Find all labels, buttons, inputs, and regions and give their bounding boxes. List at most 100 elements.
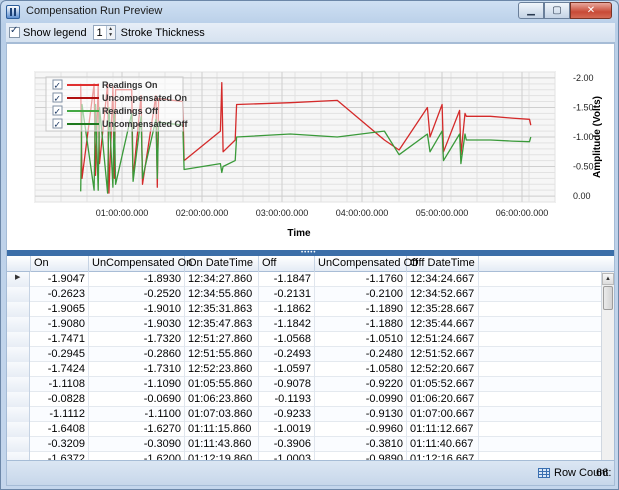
row-header[interactable] [7,392,30,407]
table-cell[interactable]: -1.1890 [315,302,407,317]
table-cell[interactable]: -0.3090 [89,437,185,452]
row-header[interactable] [7,422,30,437]
table-cell[interactable]: -0.0690 [89,392,185,407]
row-header[interactable] [7,347,30,362]
table-cell[interactable]: 01:11:40.667 [407,437,479,452]
table-cell[interactable]: -0.9890 [315,452,407,460]
vertical-scrollbar[interactable]: ▲ [601,272,614,460]
table-cell[interactable]: -1.9030 [89,317,185,332]
table-cell[interactable]: -1.1862 [259,302,315,317]
column-header-off[interactable]: Off [259,256,315,272]
table-cell[interactable]: -0.0828 [31,392,89,407]
table-cell[interactable]: -0.2520 [89,287,185,302]
table-cell[interactable]: 01:12:16.667 [407,452,479,460]
table-cell[interactable]: 12:35:44.667 [407,317,479,332]
table-cell[interactable]: -1.0580 [315,362,407,377]
table-cell[interactable]: -1.7320 [89,332,185,347]
column-header-uncompensated-off[interactable]: UnCompensated Off [315,256,418,272]
table-row[interactable]: -0.3209 -0.3090 01:11:43.860 -0.3906 -0.3810… [7,437,601,452]
close-button[interactable]: ✕ [570,2,612,19]
table-cell[interactable]: 12:35:28.667 [407,302,479,317]
table-cell[interactable]: 01:11:43.860 [185,437,259,452]
table-row[interactable]: ▶ -1.9047 -1.8930 12:34:27.860 -1.1847 -1.176… [7,272,601,287]
table-cell[interactable]: 12:52:20.667 [407,362,479,377]
table-cell[interactable]: -0.1193 [259,392,315,407]
table-cell[interactable]: -0.3810 [315,437,407,452]
table-cell[interactable]: -0.9233 [259,407,315,422]
row-header[interactable] [7,332,30,347]
table-cell[interactable]: -1.0019 [259,422,315,437]
table-cell[interactable]: 01:11:15.860 [185,422,259,437]
table-cell[interactable]: -1.1090 [89,377,185,392]
table-cell[interactable]: 12:34:55.860 [185,287,259,302]
table-cell[interactable]: 01:05:55.860 [185,377,259,392]
table-cell[interactable]: -0.9960 [315,422,407,437]
maximize-button[interactable]: ▢ [544,2,570,19]
table-cell[interactable]: -1.1880 [315,317,407,332]
row-header[interactable] [7,437,30,452]
table-cell[interactable]: -0.9078 [259,377,315,392]
table-cell[interactable]: -0.3209 [31,437,89,452]
row-header[interactable]: ▶ [7,272,30,287]
table-cell[interactable]: 12:35:31.863 [185,302,259,317]
table-cell[interactable]: -0.3906 [259,437,315,452]
table-cell[interactable]: -1.7310 [89,362,185,377]
table-cell[interactable]: -0.2493 [259,347,315,362]
table-cell[interactable]: -1.1112 [31,407,89,422]
table-cell[interactable]: 12:52:23.860 [185,362,259,377]
table-cell[interactable]: 12:51:55.860 [185,347,259,362]
stepper-down-icon[interactable]: ▼ [107,32,115,38]
table-cell[interactable]: 01:11:12.667 [407,422,479,437]
scroll-up-icon[interactable]: ▲ [602,273,614,285]
stroke-thickness-value[interactable]: 1 [94,27,106,39]
table-cell[interactable]: 01:07:00.667 [407,407,479,422]
row-header[interactable] [7,377,30,392]
table-cell[interactable]: 01:07:03.860 [185,407,259,422]
table-cell[interactable]: -1.9010 [89,302,185,317]
stepper-arrows[interactable]: ▲ ▼ [105,26,115,39]
column-header-on-datetime[interactable]: On DateTime [185,256,259,272]
scrollbar-thumb[interactable] [603,286,613,310]
splitter-grip-icon[interactable]: ••••• [301,250,317,256]
table-cell[interactable]: -0.2100 [315,287,407,302]
table-cell[interactable]: -0.2131 [259,287,315,302]
table-cell[interactable]: -1.1847 [259,272,315,287]
table-cell[interactable]: -1.9047 [31,272,89,287]
table-cell[interactable]: 12:51:52.667 [407,347,479,362]
table-row[interactable]: -0.2945 -0.2860 12:51:55.860 -0.2493 -0.2480… [7,347,601,362]
table-cell[interactable]: -1.1842 [259,317,315,332]
table-cell[interactable]: -1.6408 [31,422,89,437]
column-header-on[interactable]: On [31,256,89,272]
row-header[interactable] [7,302,30,317]
table-row[interactable]: -1.6372 -1.6200 01:12:19.860 -1.0003 -0.9890… [7,452,601,460]
stroke-thickness-stepper[interactable]: 1 ▲ ▼ [92,25,116,40]
row-header[interactable] [7,317,30,332]
table-cell[interactable]: -0.9220 [315,377,407,392]
table-cell[interactable]: -1.1108 [31,377,89,392]
table-row[interactable]: -1.1112 -1.1100 01:07:03.860 -0.9233 -0.9130… [7,407,601,422]
table-row[interactable]: -0.2623 -0.2520 12:34:55.860 -0.2131 -0.2100… [7,287,601,302]
table-cell[interactable]: -0.0990 [315,392,407,407]
minimize-button[interactable]: ▁ [518,2,544,19]
table-cell[interactable]: -1.6200 [89,452,185,460]
table-cell[interactable]: -1.0510 [315,332,407,347]
table-cell[interactable]: -1.7471 [31,332,89,347]
table-cell[interactable]: -1.0597 [259,362,315,377]
row-header[interactable] [7,362,30,377]
table-cell[interactable]: -1.6270 [89,422,185,437]
table-cell[interactable]: 12:51:24.667 [407,332,479,347]
table-cell[interactable]: -1.1100 [89,407,185,422]
table-cell[interactable]: 01:05:52.667 [407,377,479,392]
table-row[interactable]: -1.9080 -1.9030 12:35:47.863 -1.1842 -1.1880… [7,317,601,332]
table-cell[interactable]: -0.2623 [31,287,89,302]
column-header-uncompensated-on[interactable]: UnCompensated On [89,256,192,272]
table-cell[interactable]: 12:35:47.863 [185,317,259,332]
table-cell[interactable]: -1.9065 [31,302,89,317]
row-header[interactable] [7,452,30,460]
column-header-off-datetime[interactable]: Off DateTime [407,256,479,272]
table-cell[interactable]: -1.9080 [31,317,89,332]
table-cell[interactable]: -1.1760 [315,272,407,287]
show-legend-checkbox[interactable] [9,25,20,38]
table-cell[interactable]: -1.8930 [89,272,185,287]
table-row[interactable]: -1.7424 -1.7310 12:52:23.860 -1.0597 -1.0580… [7,362,601,377]
